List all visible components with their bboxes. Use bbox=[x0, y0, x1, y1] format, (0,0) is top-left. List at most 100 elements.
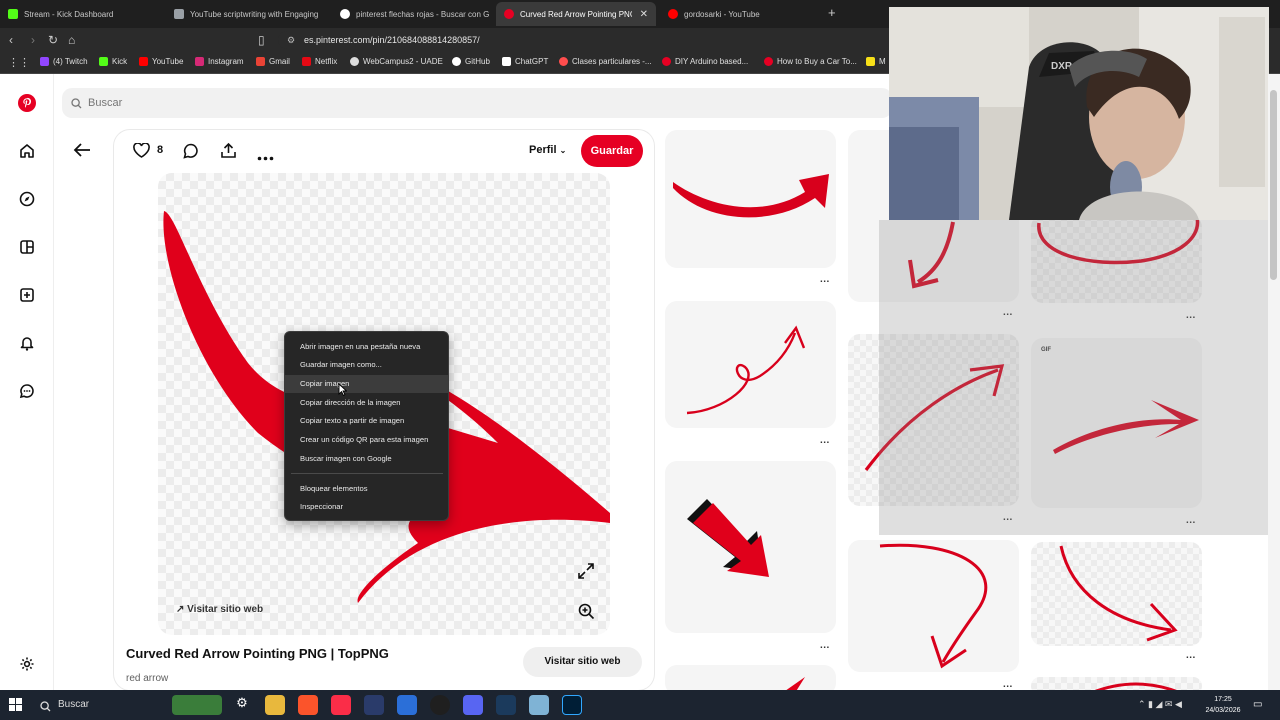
mouse-cursor-icon bbox=[338, 382, 348, 401]
bookmark-instagram[interactable]: Instagram bbox=[195, 57, 244, 66]
more-options-icon[interactable] bbox=[257, 148, 274, 166]
more-options-icon[interactable]: ... bbox=[820, 435, 830, 446]
twitch-icon bbox=[40, 57, 49, 66]
expand-icon[interactable] bbox=[577, 562, 595, 585]
grid-pin[interactable] bbox=[1031, 542, 1202, 646]
heart-icon[interactable] bbox=[133, 142, 150, 163]
more-options-icon[interactable]: ... bbox=[820, 274, 830, 285]
search-icon bbox=[71, 96, 82, 114]
steam-icon[interactable] bbox=[496, 695, 516, 715]
bookmark-chatgpt[interactable]: ChatGPT bbox=[502, 57, 548, 66]
menu-separator bbox=[291, 473, 443, 474]
pinterest-icon bbox=[662, 57, 671, 66]
comment-icon[interactable] bbox=[183, 143, 199, 164]
widgets-landscape-icon[interactable] bbox=[172, 695, 222, 715]
music-icon[interactable] bbox=[331, 695, 351, 715]
pinterest-logo-icon[interactable] bbox=[17, 93, 37, 113]
menu-inspect[interactable]: Inspeccionar bbox=[285, 498, 448, 516]
back-arrow-icon[interactable] bbox=[73, 142, 91, 163]
bookmark-clases[interactable]: Clases particulares -... bbox=[559, 57, 652, 66]
notifications-bell-icon[interactable] bbox=[17, 333, 37, 353]
bookmark-github[interactable]: GitHub bbox=[452, 57, 490, 66]
brave-browser-icon[interactable] bbox=[298, 695, 318, 715]
more-options-icon[interactable]: ... bbox=[1186, 650, 1196, 661]
menu-open-image-new-tab[interactable]: Abrir imagen en una pestaña nueva bbox=[285, 338, 448, 356]
tab-youtube-scriptwriting[interactable]: YouTube scriptwriting with Engaging bbox=[166, 2, 332, 26]
bookmark-webcampus[interactable]: WebCampus2 - UADE bbox=[350, 57, 443, 66]
globe-icon bbox=[350, 57, 359, 66]
new-tab-button[interactable]: + bbox=[828, 5, 836, 20]
like-count: 8 bbox=[157, 144, 164, 156]
visual-search-icon[interactable] bbox=[577, 602, 595, 625]
bookmark-netflix[interactable]: Netflix bbox=[302, 57, 337, 66]
page-icon bbox=[174, 9, 184, 19]
create-plus-icon[interactable] bbox=[17, 285, 37, 305]
search-input[interactable]: Buscar bbox=[62, 88, 892, 118]
apps-grid-icon[interactable]: ⋮⋮ bbox=[8, 56, 30, 69]
bookmark-arduino[interactable]: DIY Arduino based... bbox=[662, 57, 748, 66]
discord-icon[interactable] bbox=[463, 695, 483, 715]
grid-pin[interactable] bbox=[665, 461, 836, 633]
tab-pinterest-active[interactable]: Curved Red Arrow Pointing PNG ✕ bbox=[496, 2, 656, 26]
bookmark-youtube[interactable]: YouTube bbox=[139, 57, 183, 66]
bookmark-kick[interactable]: Kick bbox=[99, 57, 127, 66]
bookmark-gmail[interactable]: Gmail bbox=[256, 57, 290, 66]
taskbar-clock[interactable]: 17:25 24/03/2026 bbox=[1197, 694, 1249, 716]
grid-pin[interactable] bbox=[665, 301, 836, 428]
tab-youtube-gordosarki[interactable]: gordosarki - YouTube bbox=[660, 2, 820, 26]
windows-taskbar: Buscar ⚙ ⌃ ▮ ◢ ✉ ◀ 17:25 24/03/2026 ▭ bbox=[0, 690, 1280, 720]
tray-icons[interactable]: ⌃ ▮ ◢ ✉ ◀ bbox=[1138, 699, 1182, 710]
home-icon[interactable] bbox=[17, 141, 37, 161]
share-icon[interactable] bbox=[220, 142, 237, 164]
forward-icon[interactable]: › bbox=[31, 32, 35, 48]
windows-start-icon[interactable] bbox=[9, 698, 22, 716]
explore-compass-icon[interactable] bbox=[17, 189, 37, 209]
grid-pin[interactable] bbox=[848, 540, 1019, 672]
notifications-icon[interactable]: ▭ bbox=[1253, 699, 1262, 710]
instagram-icon bbox=[195, 57, 204, 66]
menu-save-image-as[interactable]: Guardar imagen como... bbox=[285, 356, 448, 374]
chevron-down-icon: ⌄ bbox=[559, 146, 567, 155]
settings-gear-icon[interactable]: ⚙ bbox=[232, 695, 252, 715]
tab-kick-dashboard[interactable]: Stream - Kick Dashboard bbox=[0, 2, 166, 26]
site-icon bbox=[866, 57, 875, 66]
messages-icon[interactable] bbox=[17, 381, 37, 401]
home-icon[interactable]: ⌂ bbox=[68, 32, 75, 48]
photoshop-icon[interactable] bbox=[562, 695, 582, 715]
save-button[interactable]: Guardar bbox=[581, 135, 643, 167]
reload-icon[interactable]: ↻ bbox=[48, 32, 58, 48]
back-icon[interactable]: ‹ bbox=[9, 32, 13, 48]
address-bar[interactable]: es.pinterest.com/pin/210684088814280857/ bbox=[278, 31, 898, 49]
menu-block-elements[interactable]: Bloquear elementos bbox=[285, 480, 448, 498]
bookmark-icon[interactable]: ▯ bbox=[258, 32, 265, 48]
grid-pin[interactable] bbox=[665, 130, 836, 268]
more-options-icon[interactable]: ... bbox=[1003, 679, 1013, 690]
bookmark-m[interactable]: M bbox=[866, 57, 886, 66]
bookmark-buy-car[interactable]: How to Buy a Car To... bbox=[764, 57, 857, 66]
menu-search-image-google[interactable]: Buscar imagen con Google bbox=[285, 450, 448, 468]
site-info-icon[interactable]: ⚙ bbox=[287, 35, 295, 46]
close-icon[interactable]: ✕ bbox=[640, 9, 648, 20]
bookmark-twitch[interactable]: (4) Twitch bbox=[40, 57, 88, 66]
menu-copy-text-from-image[interactable]: Copiar texto a partir de imagen bbox=[285, 412, 448, 430]
url-text: es.pinterest.com/pin/210684088814280857/ bbox=[304, 35, 480, 45]
visit-site-button[interactable]: Visitar sitio web bbox=[523, 647, 642, 677]
file-explorer-icon[interactable] bbox=[265, 695, 285, 715]
obs-icon[interactable] bbox=[430, 695, 450, 715]
visit-site-link[interactable]: ↗ Visitar sitio web bbox=[176, 604, 263, 615]
menu-copy-image[interactable]: Copiar imagen bbox=[285, 375, 448, 393]
tab-google-search[interactable]: pinterest flechas rojas - Buscar con G bbox=[332, 2, 498, 26]
menu-copy-image-address[interactable]: Copiar dirección de la imagen bbox=[285, 394, 448, 412]
notepad-icon[interactable] bbox=[529, 695, 549, 715]
profile-dropdown[interactable]: Perfil ⌄ bbox=[529, 144, 566, 156]
menu-create-qr-code[interactable]: Crear un código QR para esta imagen bbox=[285, 431, 448, 449]
settings-gear-icon[interactable] bbox=[17, 654, 37, 674]
red-black-arrow-thumbnail bbox=[687, 499, 769, 577]
more-options-icon[interactable]: ... bbox=[820, 640, 830, 651]
scrollbar-thumb[interactable] bbox=[1270, 90, 1277, 280]
taskbar-search[interactable]: Buscar bbox=[32, 694, 170, 716]
audio-app-icon[interactable] bbox=[364, 695, 384, 715]
red-curved-right-arrow-thumbnail bbox=[1059, 545, 1178, 642]
app-icon[interactable] bbox=[397, 695, 417, 715]
boards-icon[interactable] bbox=[17, 237, 37, 257]
